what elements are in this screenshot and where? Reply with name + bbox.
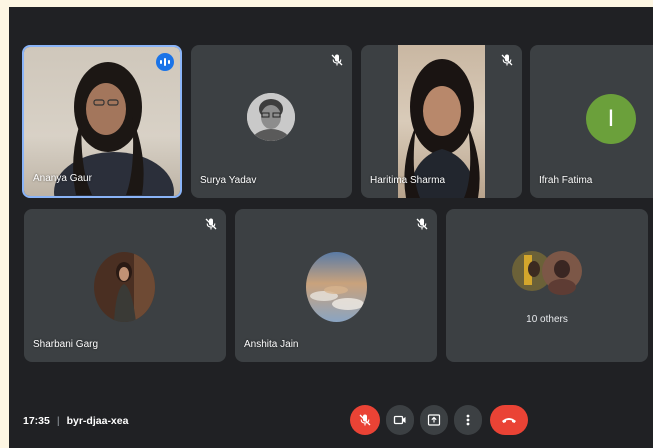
- participant-name: Surya Yadav: [200, 175, 257, 186]
- others-count: 10 others: [526, 314, 568, 325]
- microphone-toggle-button[interactable]: [350, 405, 380, 435]
- participant-tile-anshita[interactable]: Anshita Jain: [235, 209, 437, 362]
- more-options-button[interactable]: [454, 405, 482, 435]
- others-tile[interactable]: 10 others: [446, 209, 648, 362]
- bottom-bar: 17:35 | byr-djaa-xea: [9, 397, 653, 437]
- mic-off-icon: [359, 414, 371, 426]
- speaking-indicator-icon: [156, 53, 174, 71]
- avatar: [247, 93, 295, 141]
- end-call-button[interactable]: [490, 405, 528, 435]
- participant-name: Ananya Gaur: [33, 173, 92, 184]
- present-screen-button[interactable]: [420, 405, 448, 435]
- participant-name: Sharbani Garg: [33, 339, 99, 350]
- mic-off-icon: [331, 54, 343, 66]
- meeting-time: 17:35: [23, 415, 50, 427]
- more-options-icon: [466, 414, 470, 426]
- participant-name: Anshita Jain: [244, 339, 299, 350]
- mic-off-icon: [501, 54, 513, 66]
- participant-tile-surya[interactable]: Surya Yadav: [191, 45, 352, 198]
- avatar: [94, 252, 155, 322]
- end-call-icon: [502, 418, 516, 423]
- camera-toggle-button[interactable]: [386, 405, 414, 435]
- avatar: I: [586, 94, 636, 144]
- participant-tile-ifrah[interactable]: I Ifrah Fatima: [530, 45, 653, 198]
- participant-tile-ananya[interactable]: Ananya Gaur: [22, 45, 182, 198]
- meeting-code[interactable]: byr-djaa-xea: [67, 415, 129, 427]
- participant-name: Ifrah Fatima: [539, 175, 593, 186]
- meeting-separator: |: [56, 415, 60, 427]
- participant-tile-haritima[interactable]: Haritima Sharma: [361, 45, 522, 198]
- participant-name: Haritima Sharma: [370, 175, 446, 186]
- others-avatar-stack: [510, 247, 590, 295]
- mic-off-icon: [205, 218, 217, 230]
- meet-window: Ananya Gaur Surya Yadav Haritima Sharma …: [9, 7, 653, 448]
- camera-icon: [393, 415, 406, 425]
- meeting-info: 17:35 | byr-djaa-xea: [23, 415, 128, 427]
- participant-tile-sharbani[interactable]: Sharbani Garg: [24, 209, 226, 362]
- present-icon: [427, 414, 441, 426]
- mic-off-icon: [416, 218, 428, 230]
- avatar: [306, 252, 367, 322]
